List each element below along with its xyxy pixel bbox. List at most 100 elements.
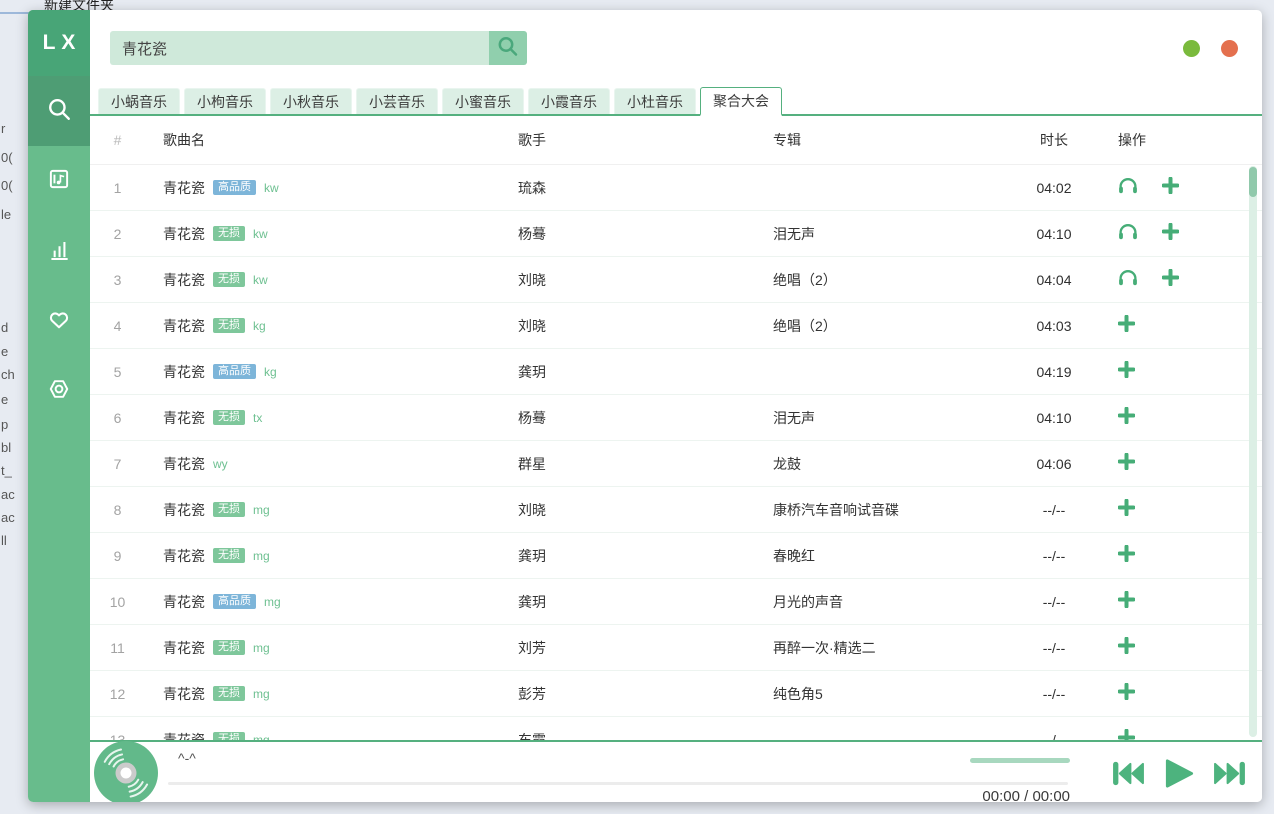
album-disc-icon: [93, 740, 159, 802]
song-name-cell: 青花瓷无损mg: [145, 546, 518, 566]
add-button[interactable]: [1118, 637, 1135, 659]
song-row[interactable]: 12青花瓷无损mg彭芳纯色角5--/--: [90, 671, 1262, 717]
add-button[interactable]: [1118, 591, 1135, 613]
sidebar-item-ranking[interactable]: [28, 216, 90, 286]
background-window-text: e: [1, 392, 8, 407]
add-button[interactable]: [1162, 269, 1179, 291]
source-tag: kw: [253, 227, 268, 241]
source-tag: mg: [253, 733, 270, 741]
song-title: 青花瓷: [163, 408, 205, 428]
song-artist: 刘芳: [518, 638, 773, 658]
listen-button[interactable]: [1118, 269, 1138, 291]
song-artist: 刘晓: [518, 316, 773, 336]
song-row[interactable]: 9青花瓷无损mg龚玥春晚红--/--: [90, 533, 1262, 579]
add-button[interactable]: [1162, 177, 1179, 199]
add-button[interactable]: [1118, 407, 1135, 429]
quality-badge: 无损: [213, 272, 245, 287]
source-tag: kg: [253, 319, 266, 333]
song-index: 10: [90, 594, 145, 610]
sidebar-item-playlist[interactable]: [28, 146, 90, 216]
background-window-text: ll: [1, 533, 7, 548]
close-button[interactable]: [1221, 40, 1238, 57]
song-artist: 琉森: [518, 178, 773, 198]
scrollbar-thumb[interactable]: [1249, 167, 1257, 197]
plus-icon: [1118, 591, 1135, 613]
sidebar-item-search[interactable]: [28, 76, 90, 146]
playback-time: 00:00 / 00:00: [982, 788, 1070, 802]
sidebar-item-favorites[interactable]: [28, 286, 90, 356]
search-input[interactable]: [110, 31, 489, 65]
song-duration: 04:10: [1018, 226, 1090, 242]
progress-bar[interactable]: [168, 782, 1068, 785]
song-row[interactable]: 8青花瓷无损mg刘晓康桥汽车音响试音碟--/--: [90, 487, 1262, 533]
song-row[interactable]: 10青花瓷高品质mg龚玥月光的声音--/--: [90, 579, 1262, 625]
tab-3[interactable]: 小秋音乐: [270, 88, 352, 114]
song-actions: [1090, 545, 1262, 567]
song-row[interactable]: 13青花瓷无损mg东霞--/--: [90, 717, 1262, 740]
song-row[interactable]: 5青花瓷高品质kg龚玥04:19: [90, 349, 1262, 395]
sidebar-item-settings[interactable]: [28, 356, 90, 426]
previous-track-button[interactable]: [1112, 760, 1145, 787]
tab-4[interactable]: 小芸音乐: [356, 88, 438, 114]
song-duration: --/--: [1018, 548, 1090, 564]
play-button[interactable]: [1162, 757, 1196, 790]
tab-1[interactable]: 小蜗音乐: [98, 88, 180, 114]
headphone-icon: [1118, 177, 1138, 199]
song-duration: --/--: [1018, 640, 1090, 656]
song-duration: --/--: [1018, 686, 1090, 702]
scrollbar-track[interactable]: [1249, 166, 1257, 737]
source-tag: mg: [264, 595, 281, 609]
song-duration: 04:06: [1018, 456, 1090, 472]
add-button[interactable]: [1118, 729, 1135, 741]
playback-controls: [1112, 742, 1246, 802]
song-row[interactable]: 3青花瓷无损kw刘晓绝唱（2）04:04: [90, 257, 1262, 303]
song-name-cell: 青花瓷无损mg: [145, 638, 518, 658]
player-bar: ^-^ 00:00 / 00:00: [90, 740, 1262, 802]
music-list-icon: [46, 166, 72, 197]
add-button[interactable]: [1118, 499, 1135, 521]
tab-6[interactable]: 小霞音乐: [528, 88, 610, 114]
add-button[interactable]: [1118, 545, 1135, 567]
song-artist: 彭芳: [518, 684, 773, 704]
listen-button[interactable]: [1118, 177, 1138, 199]
song-title: 青花瓷: [163, 592, 205, 612]
song-album: 月光的声音: [773, 592, 1018, 612]
background-window-text: le: [1, 207, 11, 222]
add-button[interactable]: [1118, 361, 1135, 383]
tab-8[interactable]: 聚合大会: [700, 87, 782, 116]
listen-button[interactable]: [1118, 223, 1138, 245]
song-name-cell: 青花瓷无损mg: [145, 500, 518, 520]
search-button[interactable]: [489, 31, 527, 65]
song-actions: [1090, 177, 1262, 199]
song-album: 泪无声: [773, 408, 1018, 428]
source-tag: wy: [213, 457, 228, 471]
tab-2[interactable]: 小枸音乐: [184, 88, 266, 114]
song-actions: [1090, 361, 1262, 383]
song-row[interactable]: 11青花瓷无损mg刘芳再醉一次·精选二--/--: [90, 625, 1262, 671]
tab-5[interactable]: 小蜜音乐: [442, 88, 524, 114]
song-title: 青花瓷: [163, 224, 205, 244]
song-row[interactable]: 4青花瓷无损kg刘晓绝唱（2）04:03: [90, 303, 1262, 349]
quality-badge: 高品质: [213, 364, 256, 379]
add-button[interactable]: [1118, 315, 1135, 337]
song-index: 6: [90, 410, 145, 426]
song-album: 龙鼓: [773, 454, 1018, 474]
song-actions: [1090, 591, 1262, 613]
minimize-button[interactable]: [1183, 40, 1200, 57]
add-button[interactable]: [1162, 223, 1179, 245]
next-track-button[interactable]: [1213, 760, 1246, 787]
song-duration: --/--: [1018, 732, 1090, 741]
song-row[interactable]: 7青花瓷wy群星龙鼓04:06: [90, 441, 1262, 487]
tab-7[interactable]: 小杜音乐: [614, 88, 696, 114]
source-tag: mg: [253, 687, 270, 701]
add-button[interactable]: [1118, 453, 1135, 475]
song-actions: [1090, 729, 1262, 741]
quality-badge: 无损: [213, 318, 245, 333]
song-row[interactable]: 2青花瓷无损kw杨蓦泪无声04:10: [90, 211, 1262, 257]
song-artist: 杨蓦: [518, 408, 773, 428]
song-row[interactable]: 6青花瓷无损tx杨蓦泪无声04:10: [90, 395, 1262, 441]
song-index: 3: [90, 272, 145, 288]
volume-slider[interactable]: [970, 758, 1070, 763]
song-row[interactable]: 1青花瓷高品质kw琉森04:02: [90, 165, 1262, 211]
add-button[interactable]: [1118, 683, 1135, 705]
